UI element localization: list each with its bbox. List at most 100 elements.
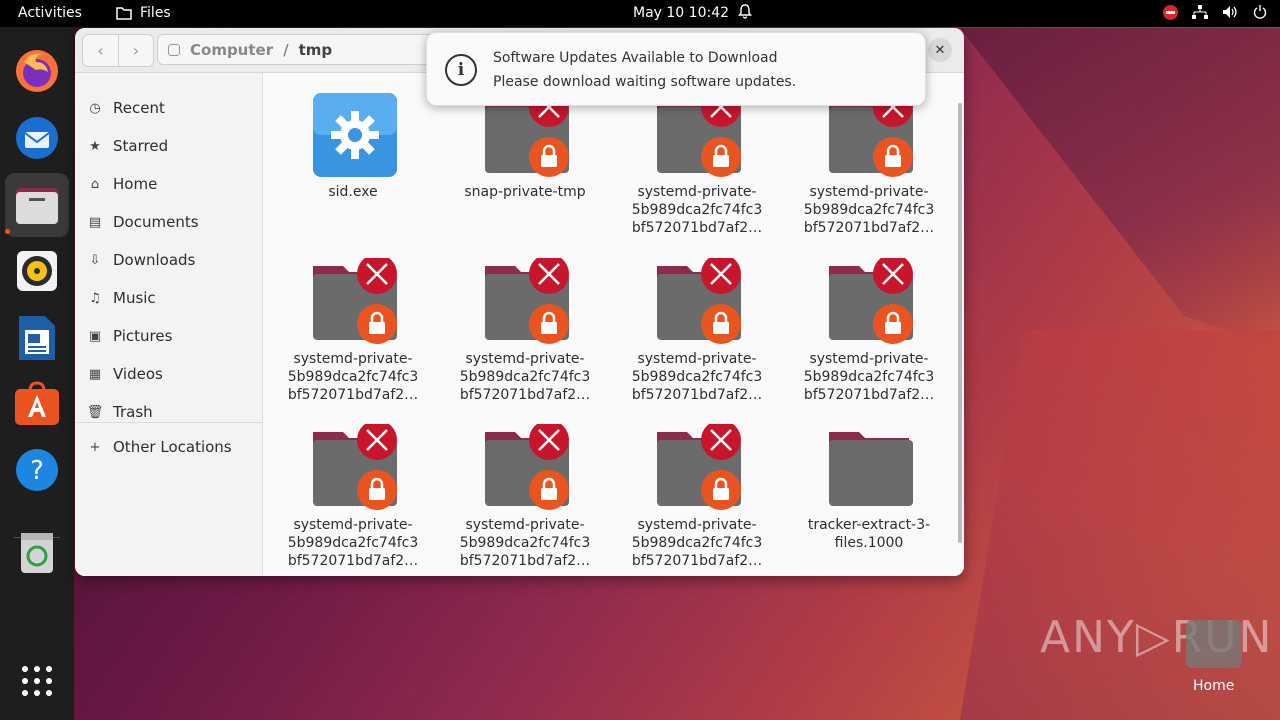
- sidebar-item-label: Music: [113, 289, 156, 307]
- file-name: systemd-private- 5b989dca2fc74fc3 bf5720…: [459, 517, 591, 569]
- lock-badge-icon: [701, 137, 741, 177]
- sidebar-item-trash[interactable]: 🗑 Trash: [87, 400, 153, 424]
- sidebar-item-starred[interactable]: ★ Starred: [87, 134, 168, 158]
- folder-icon: [311, 254, 401, 348]
- close-button[interactable]: ✕: [928, 38, 952, 62]
- file-name: tracker-extract-3- files.1000: [807, 517, 931, 551]
- app-menu-label: Files: [140, 5, 171, 21]
- network-icon: [1192, 4, 1208, 20]
- trash-icon[interactable]: [5, 520, 69, 584]
- sidebar-item-label: Starred: [113, 137, 169, 155]
- firefox-icon[interactable]: [5, 39, 69, 103]
- volume-icon: [1222, 4, 1238, 20]
- error-icon: [1162, 4, 1178, 20]
- notification-body: Please download waiting software updates…: [493, 74, 797, 90]
- scrollbar[interactable]: [958, 103, 962, 543]
- folder-item[interactable]: systemd-private- 5b989dca2fc74fc3 bf5720…: [273, 420, 433, 574]
- files-icon[interactable]: [5, 173, 69, 237]
- lock-badge-icon: [873, 137, 913, 177]
- file-name: systemd-private- 5b989dca2fc74fc3 bf5720…: [287, 517, 419, 569]
- lock-badge-icon: [529, 470, 569, 510]
- folder-icon: [483, 420, 573, 514]
- folder-icon: [311, 420, 401, 514]
- show-apps-icon[interactable]: [5, 649, 69, 713]
- document-icon: ▤: [88, 214, 102, 230]
- folder-icon: [827, 424, 917, 514]
- folder-item[interactable]: systemd-private- 5b989dca2fc74fc3 bf5720…: [273, 254, 433, 408]
- sidebar-item-label: Pictures: [113, 327, 173, 345]
- folder-item[interactable]: systemd-private- 5b989dca2fc74fc3 bf5720…: [789, 254, 949, 408]
- disk-icon: [168, 43, 180, 56]
- sidebar-item-music[interactable]: ♫ Music: [87, 286, 156, 310]
- help-icon[interactable]: ?: [5, 438, 69, 502]
- system-tray[interactable]: [1162, 4, 1268, 20]
- folder-item[interactable]: systemd-private- 5b989dca2fc74fc3 bf5720…: [617, 254, 777, 408]
- thunderbird-icon[interactable]: [5, 106, 69, 170]
- file-name: snap-private-tmp: [464, 184, 586, 200]
- app-center-icon[interactable]: [5, 372, 69, 436]
- sidebar-separator: [75, 422, 263, 423]
- rhythmbox-icon[interactable]: [5, 239, 69, 303]
- folder-item[interactable]: systemd-private- 5b989dca2fc74fc3 bf5720…: [617, 420, 777, 574]
- folder-item[interactable]: systemd-private- 5b989dca2fc74fc3 bf5720…: [445, 420, 605, 574]
- executable-icon: [311, 91, 401, 181]
- path-current[interactable]: tmp: [299, 41, 333, 59]
- wallpaper-shape: [960, 28, 1280, 348]
- folder-item[interactable]: systemd-private- 5b989dca2fc74fc3 bf5720…: [789, 87, 949, 241]
- folder-icon: [116, 7, 132, 20]
- navigation-buttons: ‹ ›: [82, 34, 154, 67]
- path-separator: /: [283, 40, 289, 59]
- lock-badge-icon: [701, 304, 741, 344]
- back-button[interactable]: ‹: [83, 35, 118, 66]
- top-bar: Activities Files May 10 10:42: [0, 0, 1280, 27]
- video-icon: ▦: [88, 366, 102, 382]
- clock[interactable]: May 10 10:42: [633, 5, 729, 21]
- sidebar: ◷ Recent ★ Starred ⌂ Home ▤ Documents ⇩ Downloads…: [75, 73, 263, 576]
- file-grid: sid.exe snap-private-tmp systemd-private- …: [263, 73, 964, 576]
- activities-button[interactable]: Activities: [18, 5, 82, 21]
- sidebar-item-pictures[interactable]: ▣ Pictures: [87, 324, 173, 348]
- close-icon: ✕: [934, 42, 946, 58]
- app-menu[interactable]: Files: [116, 5, 171, 21]
- folder-icon: [655, 420, 745, 514]
- chevron-left-icon: ‹: [97, 41, 104, 60]
- file-item[interactable]: sid.exe: [273, 91, 433, 241]
- folder-icon: [827, 254, 917, 348]
- folder-item[interactable]: snap-private-tmp: [445, 87, 605, 241]
- info-icon: i: [445, 54, 477, 86]
- home-desktop-label[interactable]: Home: [1193, 678, 1234, 694]
- sidebar-item-label: Other Locations: [113, 438, 232, 456]
- notification-banner[interactable]: i Software Updates Available to Download…: [426, 32, 926, 106]
- svg-text:?: ?: [30, 456, 44, 486]
- sidebar-item-videos[interactable]: ▦ Videos: [87, 362, 163, 386]
- sidebar-item-home[interactable]: ⌂ Home: [87, 172, 157, 196]
- sidebar-item-recent[interactable]: ◷ Recent: [87, 96, 165, 120]
- sidebar-item-other-locations[interactable]: + Other Locations: [87, 435, 232, 459]
- file-name: systemd-private- 5b989dca2fc74fc3 bf5720…: [803, 184, 935, 236]
- folder-item[interactable]: tracker-extract-3- files.1000: [789, 424, 949, 574]
- folder-icon: [655, 254, 745, 348]
- home-folder-icon[interactable]: [1186, 620, 1242, 668]
- plus-icon: +: [89, 439, 101, 455]
- folder-item[interactable]: systemd-private- 5b989dca2fc74fc3 bf5720…: [617, 87, 777, 241]
- files-window: ‹ › Computer / tmp ✕ ◷ Recent ★ Starred ⌂ Hom…: [75, 28, 964, 576]
- file-name: systemd-private- 5b989dca2fc74fc3 bf5720…: [459, 351, 591, 403]
- file-name: systemd-private- 5b989dca2fc74fc3 bf5720…: [631, 184, 763, 236]
- path-root[interactable]: Computer: [190, 41, 273, 59]
- sidebar-item-downloads[interactable]: ⇩ Downloads: [87, 248, 196, 272]
- sidebar-item-label: Documents: [113, 213, 199, 231]
- file-name: systemd-private- 5b989dca2fc74fc3 bf5720…: [803, 351, 935, 403]
- dock: ?: [0, 27, 74, 720]
- notification-title: Software Updates Available to Download: [493, 50, 778, 66]
- lock-badge-icon: [357, 470, 397, 510]
- picture-icon: ▣: [88, 328, 102, 344]
- path-bar[interactable]: Computer / tmp: [157, 34, 457, 65]
- folder-item[interactable]: systemd-private- 5b989dca2fc74fc3 bf5720…: [445, 254, 605, 408]
- file-name: sid.exe: [328, 184, 378, 200]
- file-name: systemd-private- 5b989dca2fc74fc3 bf5720…: [287, 351, 419, 403]
- libreoffice-writer-icon[interactable]: [5, 306, 69, 370]
- sidebar-item-documents[interactable]: ▤ Documents: [87, 210, 199, 234]
- forward-button[interactable]: ›: [118, 35, 153, 66]
- trash-icon: 🗑: [86, 404, 104, 420]
- sidebar-item-label: Videos: [113, 365, 163, 383]
